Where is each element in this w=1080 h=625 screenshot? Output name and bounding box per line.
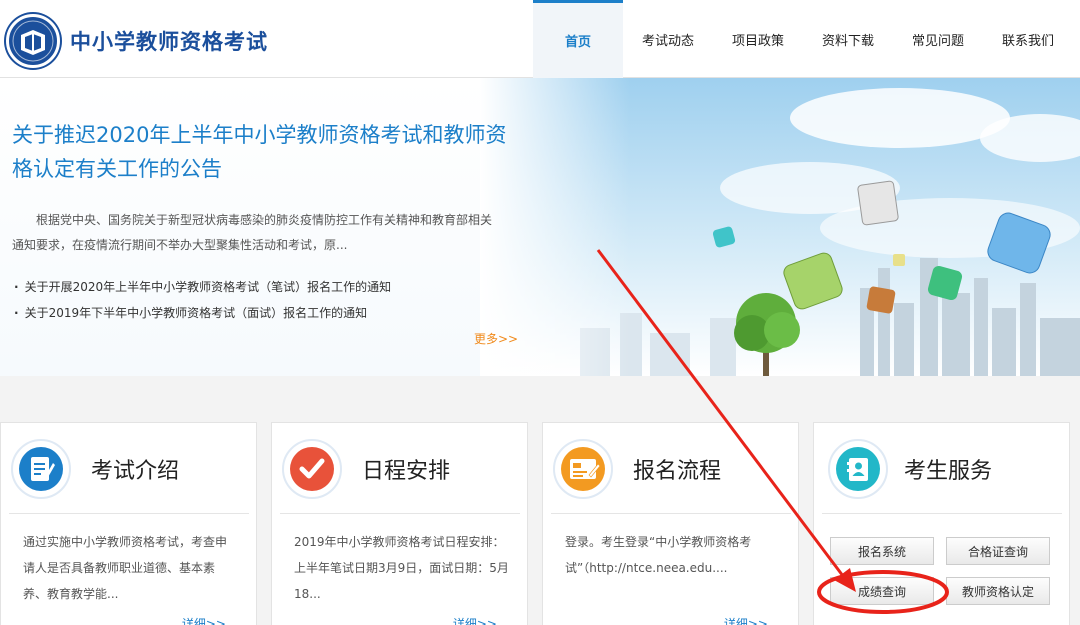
main-nav: 首页 考试动态 项目政策 资料下载 常见问题 联系我们 <box>533 0 1073 78</box>
notice-item[interactable]: 关于2019年下半年中小学教师资格考试（面试）报名工作的通知 <box>14 300 504 326</box>
card-registration-process: 报名流程 登录。考生登录“中小学教师资格考试”（http://ntce.neea… <box>542 422 799 625</box>
card-more-link[interactable]: 详细>> <box>182 615 226 625</box>
card-text: 通过实施中小学教师资格考试，考查申请人是否具备教师职业道德、基本素养、教育教学能… <box>23 535 228 601</box>
site-header: 中小学教师资格考试 首页 考试动态 项目政策 资料下载 常见问题 联系我们 <box>0 0 1080 78</box>
card-divider <box>280 513 520 514</box>
score-query-button[interactable]: 成绩查询 <box>830 577 934 605</box>
form-edit-icon <box>553 439 613 499</box>
nav-item-home[interactable]: 首页 <box>533 0 623 78</box>
card-schedule: 日程安排 2019年中小学教师资格考试日程安排：上半年笔试日期3月9日，面试日期… <box>271 422 528 625</box>
site-logo-icon[interactable] <box>6 14 60 68</box>
nav-item-faq[interactable]: 常见问题 <box>893 0 983 78</box>
headline-summary: 根据党中央、国务院关于新型冠状病毒感染的肺炎疫情防控工作有关精神和教育部相关通知… <box>12 213 493 252</box>
card-title[interactable]: 报名流程 <box>633 453 721 485</box>
card-divider <box>551 513 791 514</box>
nav-item-contact[interactable]: 联系我们 <box>983 0 1073 78</box>
teacher-qualification-button[interactable]: 教师资格认定 <box>946 577 1050 605</box>
notice-item[interactable]: 关于开展2020年上半年中小学教师资格考试（笔试）报名工作的通知 <box>14 274 504 300</box>
card-text: 登录。考生登录“中小学教师资格考试”（http://ntce.neea.edu.… <box>565 535 752 575</box>
registration-system-button[interactable]: 报名系统 <box>830 537 934 565</box>
user-card-icon <box>828 439 888 499</box>
checkmark-icon <box>282 439 342 499</box>
card-more-link[interactable]: 详细>> <box>453 615 497 625</box>
card-text: 2019年中小学教师资格考试日程安排：上半年笔试日期3月9日，面试日期：5月18… <box>294 535 509 601</box>
nav-item-policy[interactable]: 项目政策 <box>713 0 803 78</box>
nav-item-downloads[interactable]: 资料下载 <box>803 0 893 78</box>
card-more-link[interactable]: 详细>> <box>724 615 768 625</box>
card-title[interactable]: 考生服务 <box>904 453 992 485</box>
banner-illustration <box>480 78 1080 376</box>
site-title[interactable]: 中小学教师资格考试 <box>70 26 268 56</box>
card-title[interactable]: 考试介绍 <box>91 453 179 485</box>
headline-link[interactable]: 关于推迟2020年上半年中小学教师资格考试和教师资格认定有关工作的公告 <box>12 118 512 186</box>
certificate-query-button[interactable]: 合格证查询 <box>946 537 1050 565</box>
more-link[interactable]: 更多>> <box>474 330 518 347</box>
nav-item-exam-news[interactable]: 考试动态 <box>623 0 713 78</box>
card-candidate-services: 考生服务 报名系统 合格证查询 成绩查询 教师资格认定 <box>813 422 1070 625</box>
banner: 关于推迟2020年上半年中小学教师资格考试和教师资格认定有关工作的公告 根据党中… <box>0 78 1080 376</box>
card-divider <box>822 513 1062 514</box>
document-pen-icon <box>11 439 71 499</box>
card-title[interactable]: 日程安排 <box>362 453 450 485</box>
card-exam-intro: 考试介绍 通过实施中小学教师资格考试，考查申请人是否具备教师职业道德、基本素养、… <box>0 422 257 625</box>
card-divider <box>9 513 249 514</box>
notice-list: 关于开展2020年上半年中小学教师资格考试（笔试）报名工作的通知 关于2019年… <box>14 274 504 326</box>
